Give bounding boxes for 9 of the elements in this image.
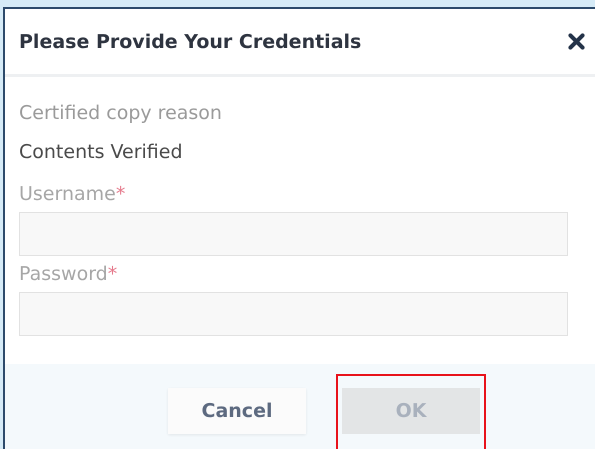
field-label: Username* [19, 182, 126, 207]
close-icon[interactable] [568, 33, 585, 50]
dialog-title: Please Provide Your Credentials [19, 30, 362, 52]
input-field[interactable] [19, 292, 568, 336]
field-label: Password* [19, 262, 118, 287]
input-field[interactable] [19, 212, 568, 256]
reason-label: Certified copy reason [19, 101, 223, 126]
reason-value: Contents Verified [19, 140, 184, 165]
cancel-button[interactable]: Cancel [168, 388, 306, 434]
